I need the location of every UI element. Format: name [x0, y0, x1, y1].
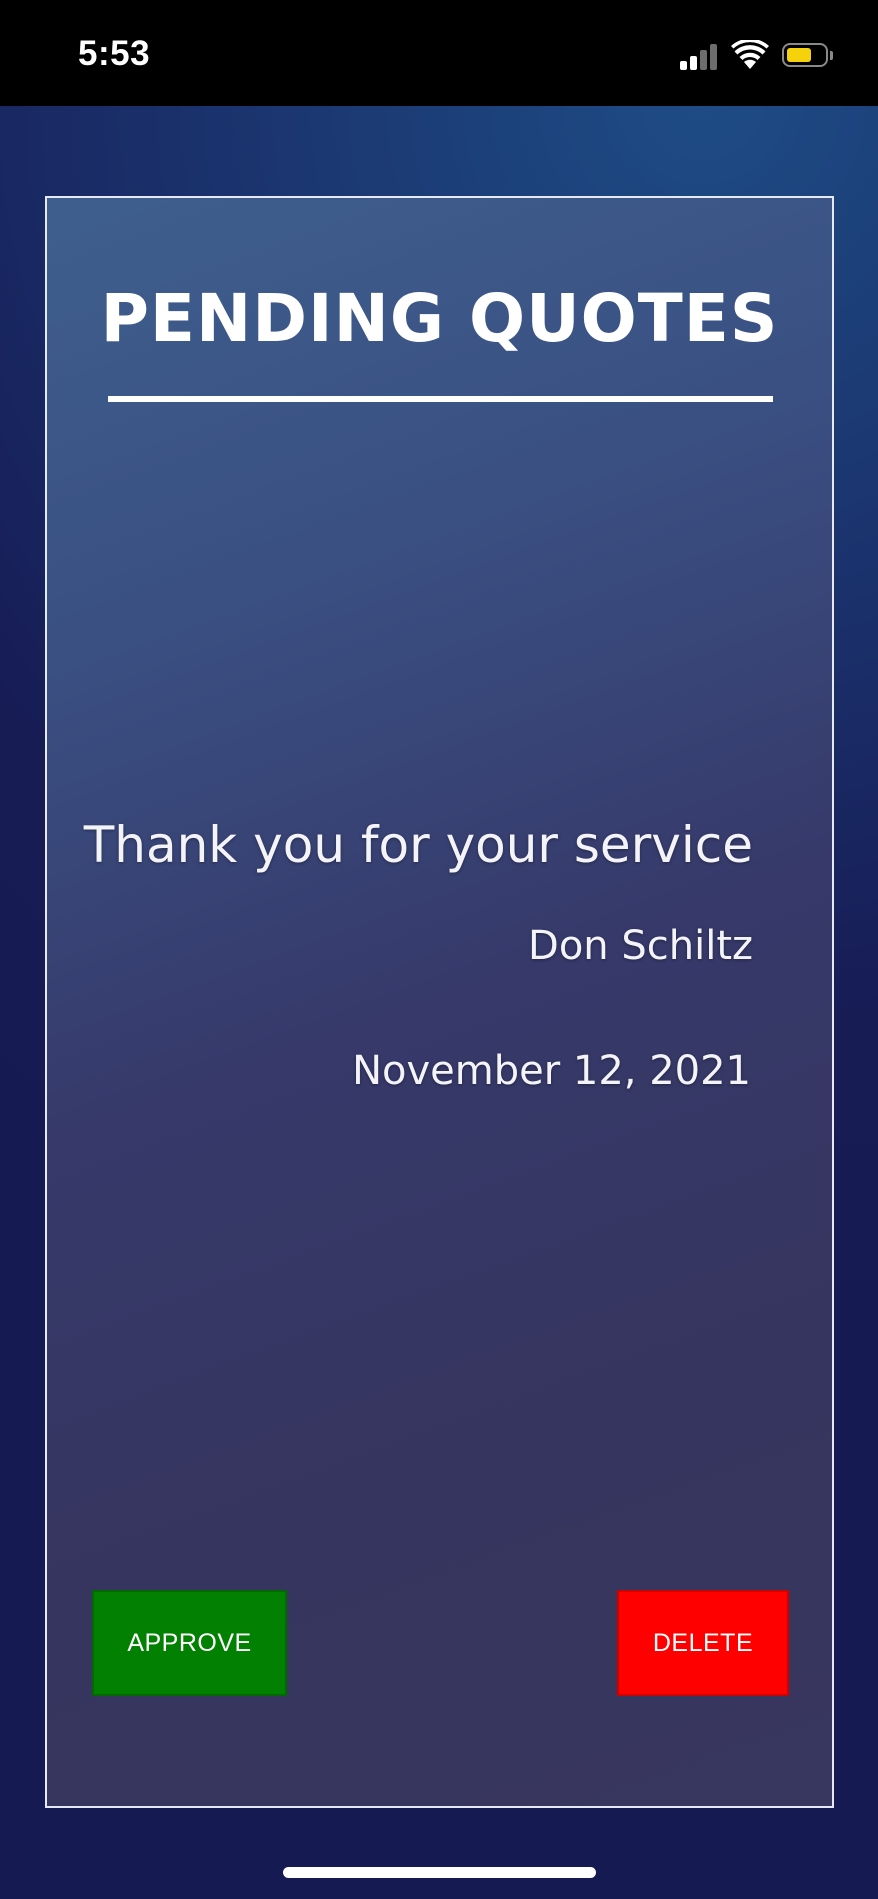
quote-signer: Don Schiltz	[528, 923, 753, 969]
battery-icon	[782, 43, 833, 69]
home-indicator[interactable]	[283, 1867, 596, 1878]
title-divider	[108, 396, 773, 402]
wifi-icon	[731, 40, 769, 69]
delete-button[interactable]: DELETE	[617, 1590, 789, 1696]
quote-card: PENDING QUOTES Thank you for your servic…	[45, 196, 834, 1808]
status-bar: 5:53	[0, 0, 878, 106]
quote-message: Thank you for your service	[83, 816, 753, 874]
approve-button[interactable]: APPROVE	[92, 1590, 287, 1696]
cellular-signal-icon	[680, 42, 720, 70]
page-title: PENDING QUOTES	[100, 280, 779, 357]
pending-quotes-screen: 5:53 PENDING QUOTES Thank you for your s…	[0, 0, 878, 1899]
status-time: 5:53	[78, 34, 151, 73]
quote-date: November 12, 2021	[352, 1048, 751, 1094]
